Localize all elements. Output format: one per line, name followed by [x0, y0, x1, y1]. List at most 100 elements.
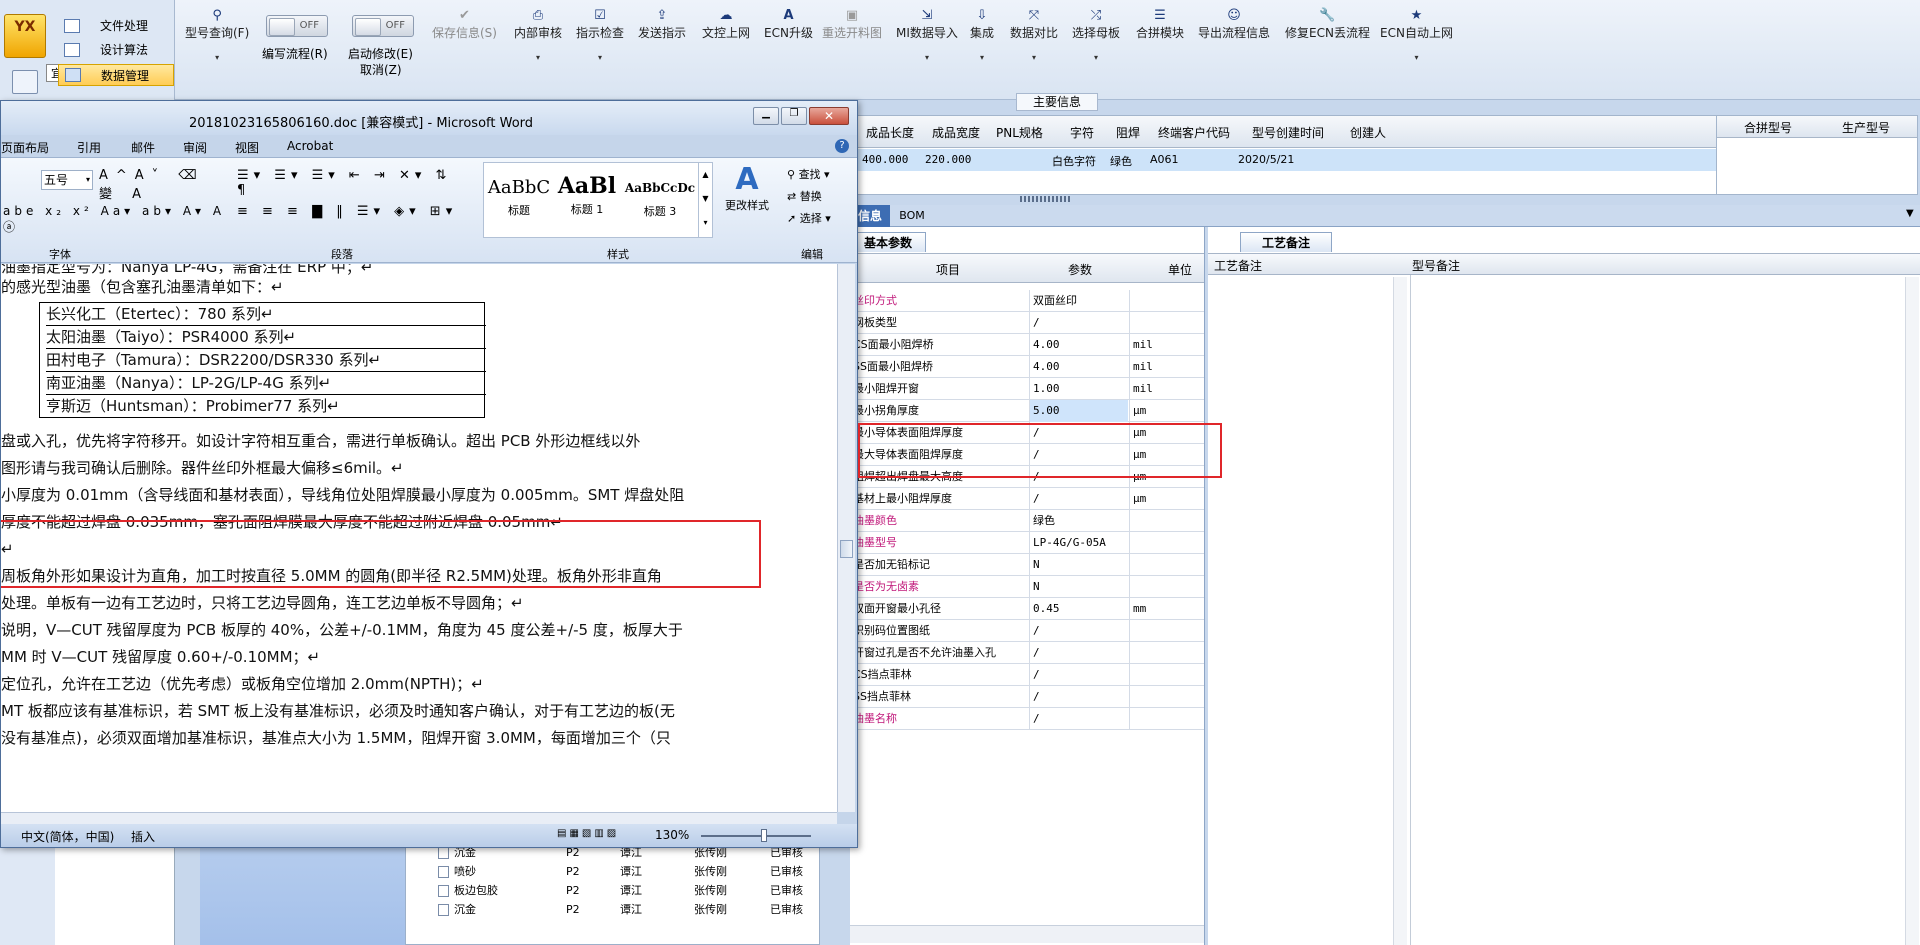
font-size-select[interactable]: 五号 ▾ [41, 170, 93, 190]
param-row[interactable]: 开窗过孔是否不允许油墨入孔 / [850, 642, 1204, 664]
col-header-char[interactable]: 字符 [1070, 124, 1094, 141]
param-row[interactable]: CS挡点菲林 / [850, 664, 1204, 686]
param-row[interactable]: 是否为无卤素 N [850, 576, 1204, 598]
minimize-button[interactable]: ▁ [753, 107, 779, 125]
param-value[interactable]: N [1029, 576, 1128, 598]
param-value[interactable]: / [1029, 488, 1128, 510]
close-button[interactable]: ✕ [809, 107, 849, 125]
zoom-thumb[interactable] [761, 829, 767, 842]
mi-import-button[interactable]: ⇲ MI数据导入 ▾ [896, 8, 958, 62]
param-scrollbar-h[interactable] [850, 925, 1204, 943]
col-header-merge[interactable]: 合拼型号 [1744, 119, 1792, 136]
nav-side-icon[interactable] [12, 70, 38, 94]
tab-references[interactable]: 引用 [77, 139, 101, 156]
param-row[interactable]: 最小阻焊开窗 1.00 mil [850, 378, 1204, 400]
ecn-auto-online-button[interactable]: ★ ECN自动上网 ▾ [1380, 8, 1453, 62]
col-header-width[interactable]: 成品宽度 [932, 124, 980, 141]
nav-item-design[interactable]: 设计算法 [58, 40, 174, 60]
col-header-created[interactable]: 型号创建时间 [1252, 124, 1324, 141]
merge-module-button[interactable]: ☰ 合拼模块 [1136, 8, 1184, 41]
zoom-level[interactable]: 130% [655, 828, 689, 842]
col-header-pnl[interactable]: PNL规格 [996, 124, 1043, 141]
font-format-buttons[interactable]: A^A˅ ⌫ 變 A [99, 168, 229, 202]
start-edit-toggle[interactable]: OFF [352, 15, 414, 37]
app-logo[interactable]: YX [4, 14, 46, 58]
col-header-creator[interactable]: 创建人 [1350, 124, 1386, 141]
param-value[interactable]: N [1029, 554, 1128, 576]
data-compare-button[interactable]: ⤧ 数据对比 ▾ [1010, 8, 1058, 62]
export-flow-button[interactable]: ☺ 导出流程信息 [1198, 8, 1270, 41]
scroll-thumb[interactable] [840, 540, 853, 558]
nav-item-data[interactable]: 数据管理 [58, 64, 174, 86]
style-scroll[interactable]: ▲ ▼ ▾ [698, 163, 712, 237]
nav-item-file[interactable]: 文件处理 [58, 16, 174, 36]
param-value[interactable]: LP-4G/G-05A [1029, 532, 1128, 554]
style-heading1[interactable]: AaBl 标题 1 [554, 165, 620, 235]
param-row[interactable]: 是否加无铅标记 N [850, 554, 1204, 576]
param-value[interactable]: 1.00 [1029, 378, 1128, 400]
doc-online-button[interactable]: ☁ 文控上网 [702, 8, 750, 41]
param-row[interactable]: SS面最小阻焊桥 4.00 mil [850, 356, 1204, 378]
param-value[interactable]: / [1029, 642, 1128, 664]
param-row[interactable]: 丝印方式 双面丝印 [850, 290, 1204, 312]
panel-chevron-icon[interactable]: ▼ [1906, 208, 1914, 219]
internal-review-button[interactable]: ⎙ 内部审核 ▾ [514, 8, 562, 62]
param-value[interactable]: 4.00 [1029, 356, 1128, 378]
param-value[interactable]: 5.00 [1029, 400, 1128, 422]
param-value[interactable]: / [1029, 686, 1128, 708]
document-page[interactable]: 油墨指定型号为：Nanya LP-4G，需备注在 ERP 中；↵ 的感光型油墨（… [1, 264, 837, 812]
doc-hscroll[interactable] [1, 812, 837, 824]
col-header-length[interactable]: 成品长度 [866, 124, 914, 141]
tab-acrobat[interactable]: Acrobat [287, 139, 333, 153]
integrate-button[interactable]: ⇩ 集成 ▾ [970, 8, 994, 62]
status-language[interactable]: 中文(简体，中国) [21, 828, 114, 845]
tab-view[interactable]: 视图 [235, 139, 259, 156]
param-header-item[interactable]: 项目 [936, 261, 960, 278]
help-icon[interactable]: ? [835, 139, 849, 153]
write-flow-toggle[interactable]: OFF [266, 15, 328, 37]
tree-row[interactable]: 沉金 P2 谭江 张传刚 已审核 [406, 900, 816, 919]
model-query-button[interactable]: ⚲ 型号查询(F) ▾ [185, 8, 249, 62]
param-value[interactable]: 双面丝印 [1029, 290, 1128, 312]
param-header-unit[interactable]: 单位 [1168, 261, 1192, 278]
style-heading3[interactable]: AaBbCcDc 标题 3 [622, 165, 698, 235]
select-mother-button[interactable]: ⤮ 选择母板 ▾ [1072, 8, 1120, 62]
tab-process-remarks[interactable]: 工艺备注 [1240, 232, 1332, 252]
param-row[interactable]: CS面最小阻焊桥 4.00 mil [850, 334, 1204, 356]
param-row[interactable]: 基材上最小阻焊厚度 / μm [850, 488, 1204, 510]
change-style-button[interactable]: A 更改样式 [717, 162, 777, 238]
col-header-mask[interactable]: 阻焊 [1116, 124, 1140, 141]
param-row[interactable]: 油墨型号 LP-4G/G-05A [850, 532, 1204, 554]
check-instr-button[interactable]: ☑ 指示检查 ▾ [576, 8, 624, 62]
para-buttons-1[interactable]: ☰▾ ☰▾ ☰▾ ⇤ ⇥ ✕▾ ⇅ ¶ [237, 168, 467, 198]
param-row[interactable]: 油墨名称 / [850, 708, 1204, 730]
font-style-buttons[interactable]: abe x₂ x² Aa▾ ab▾ A▾ A ⓐ [3, 204, 233, 234]
param-value[interactable]: 0.45 [1029, 598, 1128, 620]
param-value[interactable]: / [1029, 664, 1128, 686]
param-row[interactable]: 最小拐角厚度 5.00 μm [850, 400, 1204, 422]
doc-vscroll[interactable] [837, 264, 855, 812]
col-header-production[interactable]: 生产型号 [1842, 119, 1890, 136]
para-buttons-2[interactable]: ≡ ≡ ≡ ▇ ‖ ☰▾ ◈▾ ⊞▾ [237, 204, 467, 226]
tree-row[interactable]: 喷砂 P2 谭江 张传刚 已审核 [406, 862, 816, 881]
find-button[interactable]: ⚲ 查找 ▾ [787, 166, 830, 182]
param-value[interactable]: 4.00 [1029, 334, 1128, 356]
param-row[interactable]: SS挡点菲林 / [850, 686, 1204, 708]
tree-row[interactable]: 板边包胶 P2 谭江 张传刚 已审核 [406, 881, 816, 900]
param-row[interactable]: 油墨颜色 绿色 [850, 510, 1204, 532]
zoom-slider[interactable] [701, 835, 811, 837]
col-header-customer[interactable]: 终端客户代码 [1158, 124, 1230, 141]
remarks-scrollbar-2[interactable] [1905, 277, 1919, 945]
reselect-cut-button[interactable]: ▣ 重选开料图 [822, 8, 882, 41]
param-row[interactable]: 网板类型 / [850, 312, 1204, 334]
tab-page-layout[interactable]: 页面布局 [1, 139, 49, 156]
restore-button[interactable]: ❐ [781, 107, 807, 125]
tab-review[interactable]: 审阅 [183, 139, 207, 156]
param-value[interactable]: / [1029, 708, 1128, 730]
splitter[interactable] [1020, 196, 1070, 202]
tab-bom[interactable]: BOM [892, 205, 932, 227]
tab-mailings[interactable]: 邮件 [131, 139, 155, 156]
subtab-basic-params[interactable]: 基本参数 [850, 232, 926, 252]
send-instr-button[interactable]: ⇪ 发送指示 [638, 8, 686, 41]
ecn-upgrade-button[interactable]: A ECN升级 [764, 8, 813, 41]
